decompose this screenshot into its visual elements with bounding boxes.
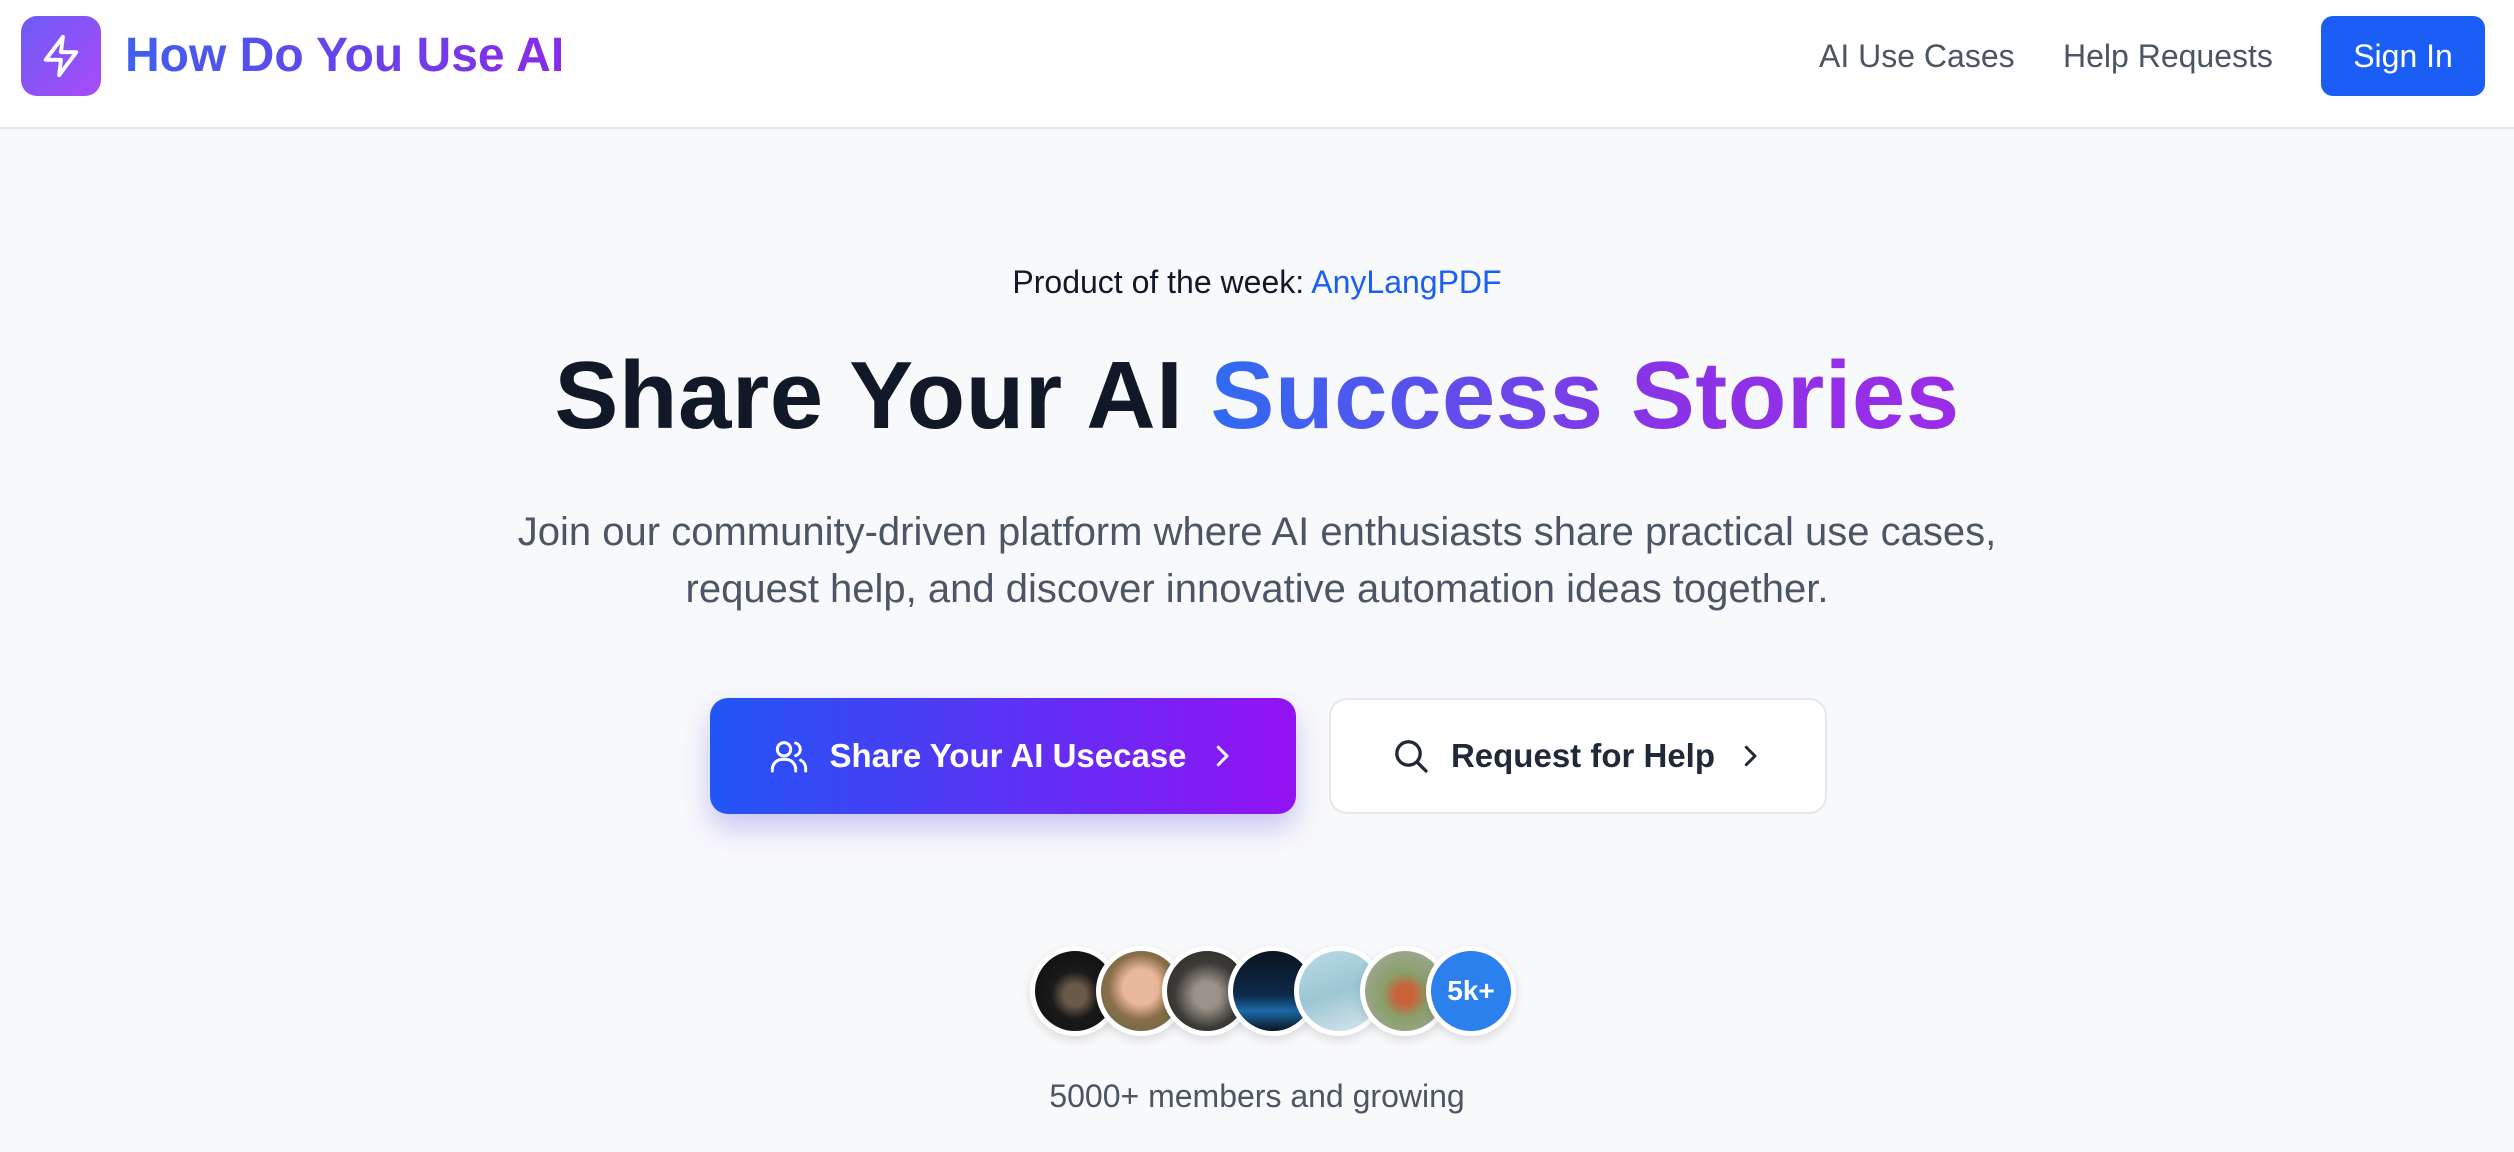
users-icon <box>769 736 809 776</box>
nav-ai-use-cases[interactable]: AI Use Cases <box>1819 32 2015 80</box>
hero-title-highlight: Success Stories <box>1210 342 1960 449</box>
hero-title: Share Your AI Success Stories <box>0 336 2514 456</box>
hero-subtitle: Join our community-driven platform where… <box>457 504 2057 618</box>
share-usecase-button[interactable]: Share Your AI Usecase <box>710 698 1296 814</box>
hero-subtitle-line-1: Join our community-driven platform where… <box>517 510 1997 554</box>
search-icon <box>1391 736 1431 776</box>
top-navbar: How Do You Use AI AI Use Cases Help Requ… <box>0 0 2514 129</box>
product-of-the-week-link[interactable]: AnyLangPDF <box>1311 264 1501 300</box>
product-of-the-week-label: Product of the week: <box>1012 264 1312 300</box>
brand-name[interactable]: How Do You Use AI <box>125 24 564 88</box>
member-count-badge: 5k+ <box>1426 946 1516 1036</box>
nav-help-requests[interactable]: Help Requests <box>2063 32 2273 80</box>
lightning-bolt-icon <box>43 34 79 78</box>
chevron-right-icon <box>1207 741 1237 771</box>
logo[interactable] <box>21 16 101 96</box>
sign-in-button[interactable]: Sign In <box>2321 16 2485 96</box>
request-help-button[interactable]: Request for Help <box>1329 698 1827 814</box>
hero-title-plain: Share Your AI <box>554 342 1211 449</box>
share-usecase-label: Share Your AI Usecase <box>829 737 1187 774</box>
members-caption: 5000+ members and growing <box>1049 1078 1465 1114</box>
chevron-right-icon <box>1735 741 1765 771</box>
product-of-the-week: Product of the week: AnyLangPDF <box>0 258 2514 306</box>
hero-subtitle-line-2: request help, and discover innovative au… <box>685 567 1829 611</box>
request-help-label: Request for Help <box>1450 737 1716 774</box>
